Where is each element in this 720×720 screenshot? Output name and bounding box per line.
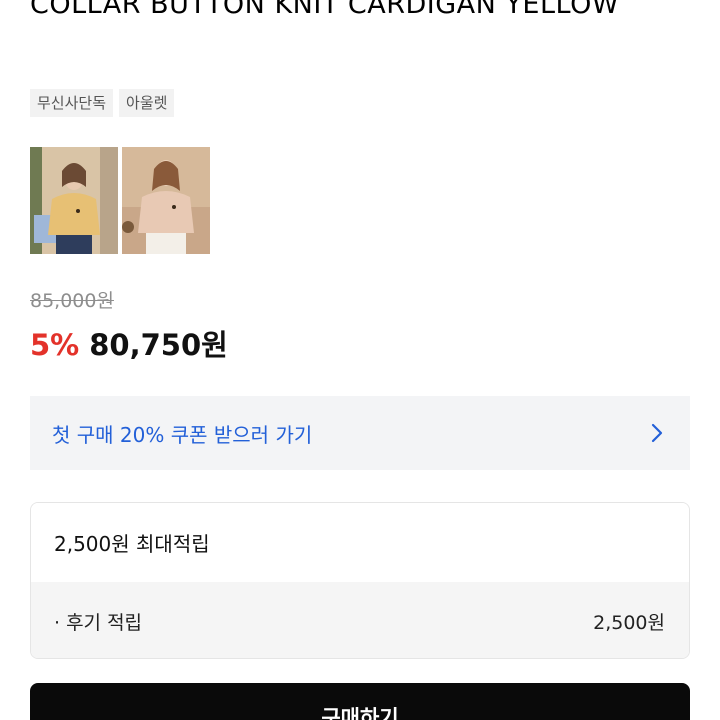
review-points-row: · 후기 적립 2,500원 [31, 582, 689, 658]
review-points-label: · 후기 적립 [54, 611, 143, 634]
product-photo-icon [30, 147, 118, 254]
buy-button[interactable]: 구매하기 [30, 683, 690, 720]
first-purchase-coupon-banner[interactable]: 첫 구매 20% 쿠폰 받으러 가기 [30, 396, 690, 470]
original-price: 85,000원 [30, 290, 114, 312]
price-row: 5% 80,750원 [30, 322, 228, 364]
discount-rate: 5% [30, 328, 80, 362]
coupon-banner-text: 첫 구매 20% 쿠폰 받으러 가기 [52, 422, 313, 447]
thumbnail-yellow-cardigan[interactable] [30, 147, 118, 254]
tag-exclusive: 무신사단독 [30, 89, 114, 117]
chevron-right-icon [651, 423, 663, 443]
thumbnail-beige-cardigan[interactable] [122, 147, 210, 254]
tag-outlet: 아울렛 [119, 89, 175, 117]
review-points-value: 2,500원 [593, 611, 665, 634]
product-title: COLLAR BUTTON KNIT CARDIGAN YELLOW [30, 0, 620, 20]
sale-price: 80,750원 [89, 328, 228, 362]
product-detail-page: COLLAR BUTTON KNIT CARDIGAN YELLOW 무신사단독… [0, 0, 720, 720]
thumbnail-strip [30, 147, 210, 254]
product-tags: 무신사단독 아울렛 [30, 89, 175, 117]
max-points-heading: 2,500원 최대적립 [31, 503, 689, 582]
points-card: 2,500원 최대적립 · 후기 적립 2,500원 [30, 502, 690, 659]
product-photo-icon [122, 147, 210, 254]
